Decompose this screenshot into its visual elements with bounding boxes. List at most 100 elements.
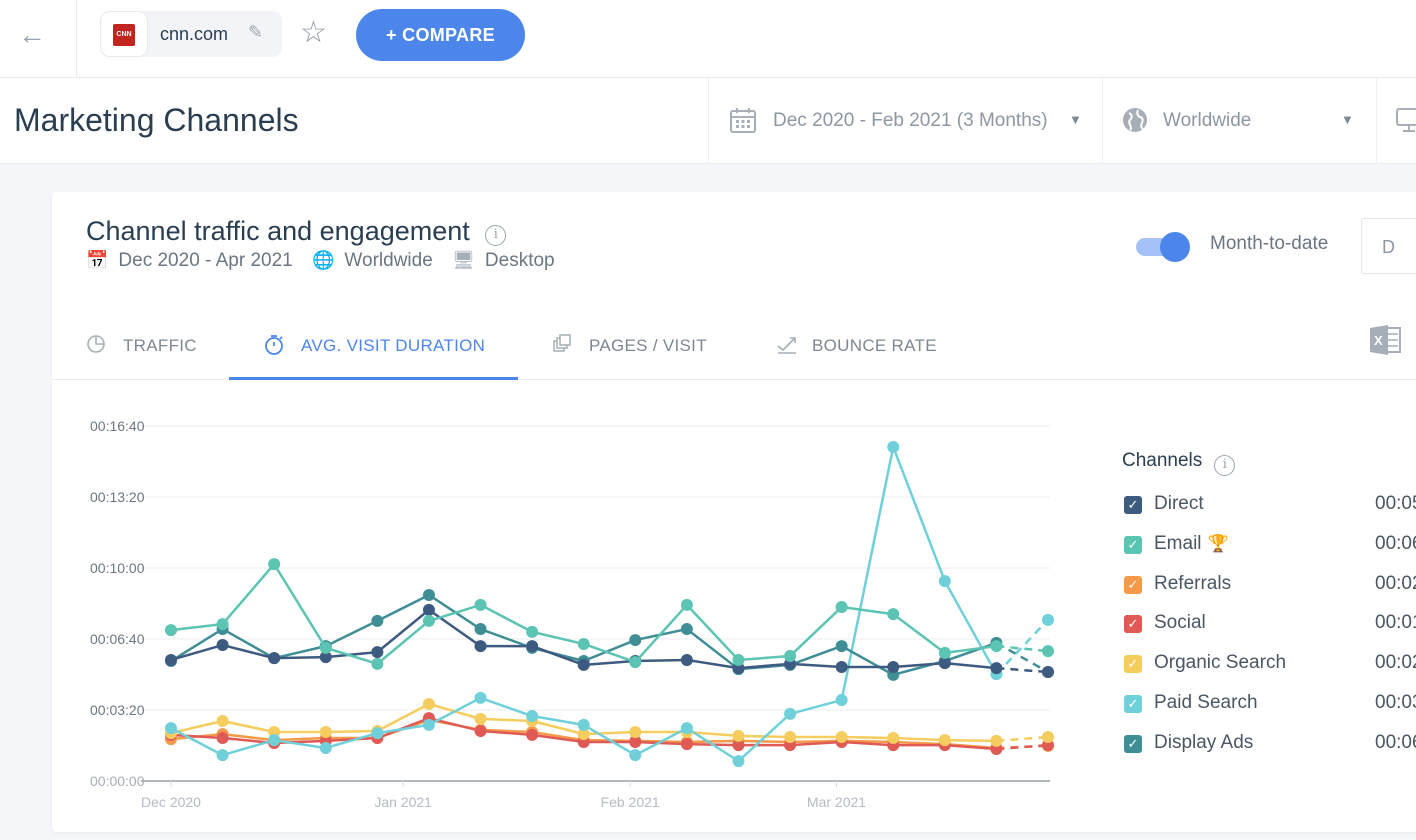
data-point-paid-search [165, 722, 177, 735]
data-point-email [784, 650, 797, 663]
data-point-direct [474, 640, 487, 653]
data-point-paid-search [784, 707, 797, 720]
chart-area: 00:00:00 00:03:20 00:06:40 00:10:00 00:13:20… [52, 392, 1102, 832]
date-range-dropdown[interactable]: Dec 2020 - Feb 2021 (3 Months) ▼ [708, 78, 1103, 164]
legend-item-referrals[interactable]: ✓ Referrals 00:02 [1122, 572, 1416, 602]
data-point-display-ads [371, 614, 384, 627]
data-point-email [474, 598, 487, 611]
legend-title: Channels i [1122, 450, 1236, 476]
data-point-paid-search [680, 722, 693, 735]
data-point-display-ads [680, 623, 693, 636]
y-tick-label: 00:00:00 [90, 773, 145, 789]
device-dropdown[interactable] [1376, 78, 1416, 164]
legend-item-email[interactable]: ✓ Email🏆 00:06 [1122, 532, 1416, 562]
site-logo-box: CNN [100, 11, 148, 57]
pencil-icon[interactable]: ✎ [248, 22, 263, 43]
checkbox[interactable]: ✓ [1124, 695, 1142, 713]
data-point-email [990, 640, 1003, 653]
page-header: Marketing Channels Dec 2020 - Feb 2021 (… [0, 78, 1416, 164]
tab-label: BOUNCE RATE [812, 336, 937, 355]
x-tick-label: Dec 2020 [141, 794, 201, 810]
data-point-email [165, 624, 177, 637]
excel-export-icon[interactable]: X [1368, 324, 1402, 356]
legend-item-value: 00:03 [1375, 692, 1416, 713]
compare-button[interactable]: + COMPARE [356, 9, 525, 61]
x-tick-label: Jan 2021 [374, 794, 432, 810]
series-line-paid-search [170, 445, 998, 763]
legend-item-social[interactable]: ✓ Social 00:01 [1122, 611, 1416, 641]
data-point-direct [680, 653, 693, 666]
card-title: Channel traffic and engagement i [86, 216, 507, 247]
cnn-logo-icon: CNN [113, 24, 135, 46]
month-to-date-toggle[interactable] [1136, 232, 1192, 262]
checkbox[interactable]: ✓ [1124, 615, 1142, 634]
globe-icon: 🌐 [312, 250, 335, 270]
sub-date: Dec 2020 - Apr 2021 [118, 250, 293, 271]
month-to-date-label: Month-to-date [1210, 233, 1329, 254]
data-point-paid-search [577, 718, 590, 731]
data-point-direct [577, 658, 590, 671]
tab-traffic[interactable]: TRAFFIC [86, 310, 226, 380]
country-dropdown[interactable]: Worldwide ▼ [1102, 78, 1377, 164]
metric-tabs: TRAFFIC AVG. VISIT DURATION PAGES / VISI… [52, 310, 1416, 380]
tab-bounce-rate[interactable]: BOUNCE RATE [776, 310, 956, 380]
y-tick-label: 00:03:20 [90, 702, 145, 718]
legend-item-name: Display Ads [1154, 731, 1254, 753]
divider [76, 0, 77, 78]
y-tick-label: 00:10:00 [90, 560, 145, 576]
data-point-direct [268, 652, 281, 665]
data-point-email [526, 625, 539, 638]
data-point-organic-search [835, 730, 848, 743]
data-point-paid-search [216, 749, 229, 762]
tab-avg-visit-duration[interactable]: AVG. VISIT DURATION [229, 310, 518, 380]
svg-text:X: X [1374, 333, 1383, 348]
data-point-direct [887, 661, 900, 674]
data-point-email [422, 614, 435, 627]
data-point-organic-search [474, 712, 487, 725]
data-point-email [680, 598, 693, 611]
arrow-left-icon[interactable]: ← [18, 20, 50, 52]
site-chip[interactable]: CNN cnn.com ✎ [100, 11, 282, 57]
card-title-text: Channel traffic and engagement [86, 216, 470, 246]
sub-device: Desktop [484, 250, 555, 271]
legend-item-paid-search[interactable]: ✓ Paid Search 00:03 [1122, 691, 1416, 721]
legend-item-display-ads[interactable]: ✓ Display Ads 00:06 [1122, 731, 1416, 761]
checkbox[interactable]: ✓ [1124, 655, 1142, 674]
data-point-email [835, 601, 848, 614]
data-point-paid-search [268, 734, 281, 747]
checkbox[interactable]: ✓ [1124, 575, 1142, 594]
granularity-button[interactable]: D [1361, 218, 1416, 274]
data-point-email [371, 657, 384, 670]
info-icon[interactable]: i [1214, 455, 1236, 476]
y-tick-label: 00:16:40 [90, 418, 145, 434]
data-point-email [216, 618, 229, 631]
data-point-paid-search [526, 710, 539, 723]
data-point-direct [990, 662, 1003, 675]
checkbox[interactable]: ✓ [1124, 496, 1142, 514]
info-icon[interactable]: i [485, 225, 507, 246]
pages-icon [552, 334, 572, 360]
y-tick-label: 00:06:40 [90, 631, 145, 647]
star-icon[interactable]: ☆ [300, 15, 327, 51]
legend-title-text: Channels [1122, 450, 1203, 471]
legend-item-organic-search[interactable]: ✓ Organic Search 00:02 [1122, 651, 1416, 681]
data-point-organic-search [732, 729, 745, 742]
data-point-direct [216, 639, 229, 652]
top-bar: ← CNN cnn.com ✎ ☆ + COMPARE [0, 0, 1416, 78]
data-point-direct [165, 653, 177, 666]
tab-pages-visit[interactable]: PAGES / VISIT [552, 310, 732, 380]
legend-item-direct[interactable]: ✓ Direct 00:05 [1122, 492, 1416, 522]
data-point-social [680, 738, 693, 751]
chevron-down-icon: ▼ [1341, 112, 1354, 127]
pie-chart-icon [86, 334, 106, 360]
data-point-email [887, 608, 900, 621]
legend-item-name: Social [1154, 612, 1206, 634]
data-point-email [1042, 645, 1054, 658]
data-point-direct [835, 661, 848, 674]
toggle-knob [1160, 232, 1190, 262]
checkbox[interactable]: ✓ [1124, 734, 1142, 753]
data-point-direct [1042, 666, 1054, 679]
data-point-paid-search [422, 718, 435, 731]
globe-icon [1121, 106, 1149, 141]
checkbox[interactable]: ✓ [1124, 535, 1142, 554]
